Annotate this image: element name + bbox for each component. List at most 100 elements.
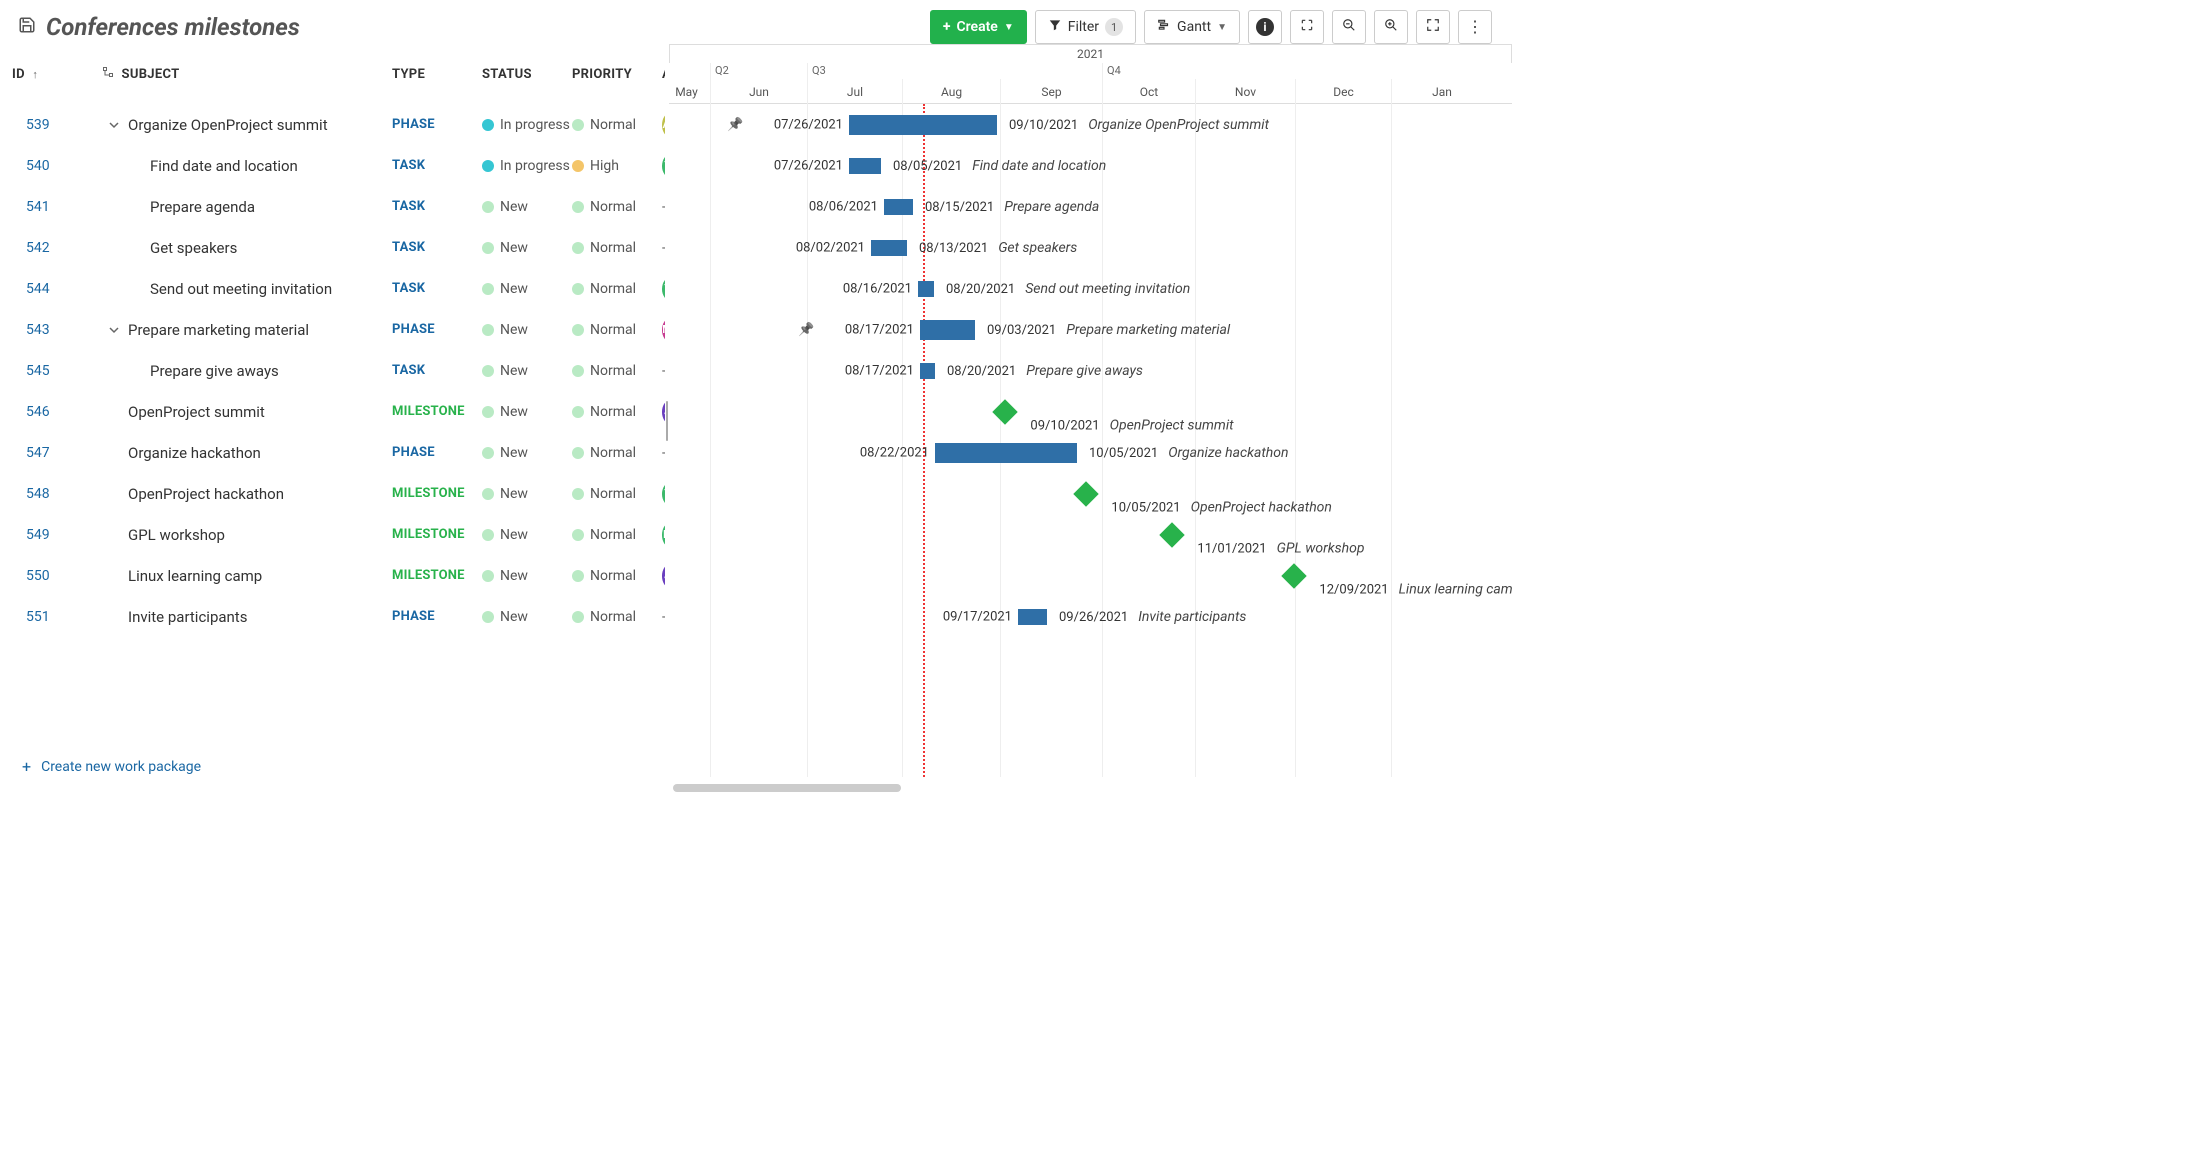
table-row[interactable]: 541Prepare agendaTASKNewNormal- — [0, 186, 665, 227]
table-row[interactable]: 539Organize OpenProject summitPHASEIn pr… — [0, 104, 665, 145]
gantt-milestone-diamond[interactable]: 09/10/2021OpenProject summit — [992, 399, 1017, 424]
table-row[interactable]: 540Find date and locationTASKIn progress… — [0, 145, 665, 186]
column-header-subject[interactable]: SUBJECT — [102, 66, 392, 82]
cell-status[interactable]: New — [482, 445, 572, 461]
cell-type[interactable]: TASK — [392, 158, 482, 173]
cell-status[interactable]: New — [482, 281, 572, 297]
cell-id[interactable]: 550 — [12, 568, 102, 584]
cell-subject[interactable]: Prepare marketing material — [102, 321, 392, 339]
table-row[interactable]: 544Send out meeting invitationTASKNewNor… — [0, 268, 665, 309]
gantt-bar[interactable]: 09/17/202109/26/2021Invite participants — [1018, 609, 1047, 625]
cell-id[interactable]: 549 — [12, 527, 102, 543]
scrollbar-thumb[interactable] — [673, 784, 901, 792]
cell-type[interactable]: PHASE — [392, 445, 482, 460]
filter-button[interactable]: Filter 1 — [1035, 10, 1136, 44]
cell-status[interactable]: In progress — [482, 158, 572, 174]
cell-id[interactable]: 544 — [12, 281, 102, 297]
cell-priority[interactable]: Normal — [572, 322, 662, 338]
expand-toggle-icon[interactable] — [106, 120, 122, 130]
cell-priority[interactable]: Normal — [572, 281, 662, 297]
gantt-row[interactable]: 08/16/202108/20/2021Send out meeting inv… — [669, 268, 1512, 309]
cell-status[interactable]: New — [482, 568, 572, 584]
gantt-milestone-diamond[interactable]: 10/05/2021OpenProject hackathon — [1073, 481, 1098, 506]
gantt-bar[interactable]: 08/06/202108/15/2021Prepare agenda — [884, 199, 913, 215]
zoom-fit-button[interactable] — [1416, 10, 1450, 44]
cell-subject[interactable]: OpenProject hackathon — [102, 485, 392, 503]
gantt-row[interactable]: 09/17/202109/26/2021Invite participants — [669, 596, 1512, 637]
gantt-body[interactable]: 07/26/202109/10/2021Organize OpenProject… — [669, 104, 1512, 777]
cell-type[interactable]: MILESTONE — [392, 404, 482, 419]
more-menu-button[interactable]: ⋮ — [1458, 10, 1492, 44]
info-button[interactable]: i — [1248, 10, 1282, 44]
table-row[interactable]: 547Organize hackathonPHASENewNormal- — [0, 432, 665, 473]
create-work-package-link[interactable]: + Create new work package — [0, 747, 665, 786]
cell-type[interactable]: TASK — [392, 199, 482, 214]
gantt-row[interactable]: 08/06/202108/15/2021Prepare agenda — [669, 186, 1512, 227]
cell-subject[interactable]: Send out meeting invitation — [102, 280, 392, 298]
zoom-out-button[interactable] — [1332, 10, 1366, 44]
cell-priority[interactable]: Normal — [572, 568, 662, 584]
cell-id[interactable]: 542 — [12, 240, 102, 256]
cell-priority[interactable]: Normal — [572, 240, 662, 256]
table-row[interactable]: 542Get speakersTASKNewNormal- — [0, 227, 665, 268]
cell-subject[interactable]: Organize OpenProject summit — [102, 116, 392, 134]
cell-subject[interactable]: Find date and location — [102, 157, 392, 175]
cell-type[interactable]: PHASE — [392, 322, 482, 337]
cell-priority[interactable]: Normal — [572, 445, 662, 461]
create-button[interactable]: + Create ▼ — [930, 10, 1027, 44]
column-header-type[interactable]: TYPE — [392, 67, 482, 82]
gantt-milestone-diamond[interactable]: 11/01/2021GPL workshop — [1159, 522, 1184, 547]
gantt-toggle-button[interactable]: Gantt ▼ — [1144, 10, 1240, 44]
gantt-bar[interactable]: 08/17/202108/20/2021Prepare give aways — [920, 363, 935, 379]
cell-priority[interactable]: Normal — [572, 486, 662, 502]
fullscreen-button[interactable] — [1290, 10, 1324, 44]
gantt-milestone-diamond[interactable]: 12/09/2021Linux learning camp — [1281, 563, 1306, 588]
cell-status[interactable]: New — [482, 322, 572, 338]
cell-id[interactable]: 539 — [12, 117, 102, 133]
gantt-row[interactable]: 08/02/202108/13/2021Get speakers — [669, 227, 1512, 268]
gantt-row[interactable]: 07/26/202109/10/2021Organize OpenProject… — [669, 104, 1512, 145]
cell-priority[interactable]: Normal — [572, 199, 662, 215]
cell-subject[interactable]: Prepare agenda — [102, 198, 392, 216]
cell-subject[interactable]: Get speakers — [102, 239, 392, 257]
gantt-row[interactable]: 09/10/2021OpenProject summit — [669, 391, 1512, 432]
cell-status[interactable]: New — [482, 240, 572, 256]
cell-id[interactable]: 543 — [12, 322, 102, 338]
cell-type[interactable]: PHASE — [392, 117, 482, 132]
cell-type[interactable]: PHASE — [392, 609, 482, 624]
gantt-row[interactable]: 07/26/202108/05/2021Find date and locati… — [669, 145, 1512, 186]
cell-priority[interactable]: High — [572, 158, 662, 174]
cell-status[interactable]: New — [482, 527, 572, 543]
cell-type[interactable]: TASK — [392, 240, 482, 255]
cell-id[interactable]: 540 — [12, 158, 102, 174]
cell-subject[interactable]: Linux learning camp — [102, 567, 392, 585]
cell-priority[interactable]: Normal — [572, 117, 662, 133]
cell-subject[interactable]: Prepare give aways — [102, 362, 392, 380]
gantt-row[interactable]: 08/22/202110/05/2021Organize hackathon — [669, 432, 1512, 473]
cell-subject[interactable]: Organize hackathon — [102, 444, 392, 462]
table-row[interactable]: 546OpenProject summitMILESTONENewNormalJ… — [0, 391, 665, 432]
gantt-bar[interactable]: 08/02/202108/13/2021Get speakers — [871, 240, 907, 256]
zoom-in-button[interactable] — [1374, 10, 1408, 44]
cell-subject[interactable]: GPL workshop — [102, 526, 392, 544]
cell-id[interactable]: 548 — [12, 486, 102, 502]
cell-id[interactable]: 551 — [12, 609, 102, 625]
cell-status[interactable]: New — [482, 363, 572, 379]
table-row[interactable]: 550Linux learning campMILESTONENewNormal… — [0, 555, 665, 596]
cell-priority[interactable]: Normal — [572, 404, 662, 420]
expand-toggle-icon[interactable] — [106, 325, 122, 335]
cell-status[interactable]: New — [482, 609, 572, 625]
gantt-horizontal-scrollbar[interactable] — [669, 783, 1512, 793]
cell-priority[interactable]: Normal — [572, 609, 662, 625]
cell-status[interactable]: New — [482, 199, 572, 215]
table-row[interactable]: 549GPL workshopMILESTONENewNormalDDDoris… — [0, 514, 665, 555]
cell-type[interactable]: MILESTONE — [392, 527, 482, 542]
gantt-row[interactable]: 08/17/202108/20/2021Prepare give aways — [669, 350, 1512, 391]
cell-subject[interactable]: Invite participants — [102, 608, 392, 626]
cell-id[interactable]: 547 — [12, 445, 102, 461]
gantt-bar[interactable]: 07/26/202109/10/2021Organize OpenProject… — [849, 115, 997, 135]
save-icon[interactable] — [18, 16, 36, 38]
gantt-row[interactable]: 08/17/202109/03/2021Prepare marketing ma… — [669, 309, 1512, 350]
table-row[interactable]: 543Prepare marketing materialPHASENewNor… — [0, 309, 665, 350]
cell-id[interactable]: 546 — [12, 404, 102, 420]
